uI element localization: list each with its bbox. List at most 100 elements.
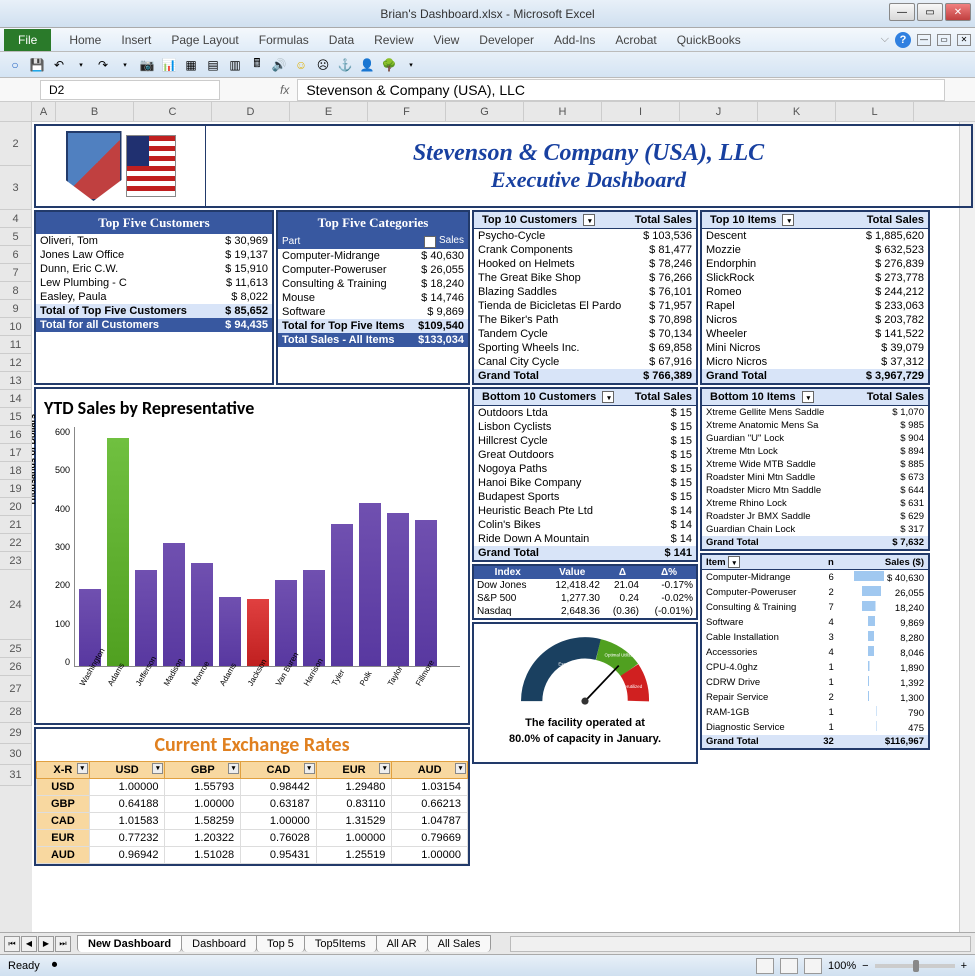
help-icon[interactable]: ? bbox=[895, 32, 911, 48]
column-header[interactable]: F bbox=[368, 102, 446, 121]
close-button[interactable]: ✕ bbox=[945, 3, 971, 21]
exchange-header[interactable]: EUR▾ bbox=[316, 762, 392, 779]
macro-record-icon[interactable]: ⏺ bbox=[52, 959, 58, 972]
chart-bar[interactable] bbox=[163, 543, 185, 666]
row-header[interactable]: 21 bbox=[0, 516, 32, 534]
exchange-header[interactable]: GBP▾ bbox=[165, 762, 241, 779]
ribbon-tab-formulas[interactable]: Formulas bbox=[249, 29, 319, 51]
sheet-tab[interactable]: All AR bbox=[376, 935, 428, 952]
redo-dropdown-icon[interactable]: ▾ bbox=[116, 56, 134, 74]
row-header[interactable]: 17 bbox=[0, 444, 32, 462]
ribbon-tab-view[interactable]: View bbox=[424, 29, 470, 51]
filter-icon[interactable]: ▾ bbox=[782, 214, 794, 226]
column-header[interactable]: B bbox=[56, 102, 134, 121]
row-header[interactable]: 19 bbox=[0, 480, 32, 498]
filter-icon[interactable]: ▾ bbox=[802, 391, 814, 403]
row-header[interactable]: 22 bbox=[0, 534, 32, 552]
row-header[interactable]: 23 bbox=[0, 552, 32, 570]
row-header[interactable]: 4 bbox=[0, 210, 32, 228]
row-header[interactable]: 7 bbox=[0, 264, 32, 282]
row-header[interactable]: 28 bbox=[0, 702, 32, 723]
prev-sheet-button[interactable]: ◀ bbox=[21, 936, 37, 952]
row-header[interactable]: 30 bbox=[0, 744, 32, 765]
sad-icon[interactable]: ☹ bbox=[314, 56, 332, 74]
ribbon-tab-data[interactable]: Data bbox=[319, 29, 364, 51]
ribbon-tab-review[interactable]: Review bbox=[364, 29, 423, 51]
dropdown-icon[interactable]: ▾ bbox=[455, 763, 466, 774]
row-header[interactable]: 11 bbox=[0, 336, 32, 354]
chart-bar[interactable] bbox=[107, 438, 129, 666]
zoom-slider[interactable] bbox=[875, 964, 955, 968]
row-header[interactable]: 8 bbox=[0, 282, 32, 300]
chart-bar[interactable] bbox=[303, 570, 325, 666]
column-header[interactable]: D bbox=[212, 102, 290, 121]
chart-bar[interactable] bbox=[331, 524, 353, 666]
zoom-out-button[interactable]: − bbox=[862, 960, 868, 972]
exchange-header[interactable]: USD▾ bbox=[89, 762, 165, 779]
last-sheet-button[interactable]: ⏭ bbox=[55, 936, 71, 952]
dropdown-icon[interactable]: ▾ bbox=[379, 763, 390, 774]
chart-bar[interactable] bbox=[219, 597, 241, 666]
normal-view-button[interactable] bbox=[756, 958, 774, 974]
row-header[interactable]: 18 bbox=[0, 462, 32, 480]
chart-bar[interactable] bbox=[135, 570, 157, 666]
chart-icon[interactable]: 📊 bbox=[160, 56, 178, 74]
ribbon-expand-icon[interactable]: ⌵ bbox=[881, 33, 889, 46]
row-header[interactable]: 15 bbox=[0, 408, 32, 426]
chart-bar[interactable] bbox=[359, 503, 381, 666]
pivot-icon[interactable]: ▥ bbox=[226, 56, 244, 74]
exchange-header[interactable]: AUD▾ bbox=[392, 762, 468, 779]
chart-bar[interactable] bbox=[191, 563, 213, 667]
row-header[interactable]: 12 bbox=[0, 354, 32, 372]
speak-icon[interactable]: 🔊 bbox=[270, 56, 288, 74]
exchange-header[interactable]: CAD▾ bbox=[241, 762, 317, 779]
column-header[interactable]: J bbox=[680, 102, 758, 121]
column-header[interactable]: L bbox=[836, 102, 914, 121]
undo-icon[interactable]: ↶ bbox=[50, 56, 68, 74]
row-header[interactable]: 27 bbox=[0, 676, 32, 702]
doc-close-button[interactable]: ✕ bbox=[957, 34, 971, 46]
row-header[interactable]: 5 bbox=[0, 228, 32, 246]
page-layout-view-button[interactable] bbox=[780, 958, 798, 974]
chart-bar[interactable] bbox=[415, 520, 437, 666]
row-header[interactable]: 26 bbox=[0, 658, 32, 676]
doc-restore-button[interactable]: ▭ bbox=[937, 34, 951, 46]
calc-icon[interactable]: 🖩 bbox=[248, 56, 266, 74]
column-header[interactable]: K bbox=[758, 102, 836, 121]
form-icon[interactable]: ▤ bbox=[204, 56, 222, 74]
row-header[interactable]: 10 bbox=[0, 318, 32, 336]
file-tab[interactable]: File bbox=[4, 29, 51, 51]
column-header[interactable]: H bbox=[524, 102, 602, 121]
qat-customize-icon[interactable]: ▾ bbox=[402, 56, 420, 74]
name-box[interactable]: D2 bbox=[40, 80, 220, 100]
row-header[interactable]: 25 bbox=[0, 640, 32, 658]
chart-bar[interactable] bbox=[387, 513, 409, 666]
dropdown-icon[interactable]: ▾ bbox=[152, 763, 163, 774]
ribbon-tab-home[interactable]: Home bbox=[59, 29, 111, 51]
column-header[interactable]: E bbox=[290, 102, 368, 121]
smiley-icon[interactable]: ☺ bbox=[292, 56, 310, 74]
sheet-tab[interactable]: Top5Items bbox=[304, 935, 377, 952]
anchor-icon[interactable]: ⚓ bbox=[336, 56, 354, 74]
ytd-sales-chart[interactable]: YTD Sales by Representative Thousands of… bbox=[34, 387, 470, 725]
minimize-button[interactable]: — bbox=[889, 3, 915, 21]
fx-icon[interactable]: fx bbox=[280, 83, 289, 97]
row-header[interactable]: 6 bbox=[0, 246, 32, 264]
doc-minimize-button[interactable]: — bbox=[917, 34, 931, 46]
column-header[interactable]: I bbox=[602, 102, 680, 121]
filter-icon[interactable]: ▾ bbox=[424, 236, 436, 248]
row-header[interactable]: 31 bbox=[0, 765, 32, 786]
ribbon-tab-developer[interactable]: Developer bbox=[469, 29, 544, 51]
filter-icon[interactable]: ▾ bbox=[602, 391, 614, 403]
new-icon[interactable]: ○ bbox=[6, 56, 24, 74]
ribbon-tab-pagelayout[interactable]: Page Layout bbox=[161, 29, 248, 51]
column-header[interactable]: A bbox=[32, 102, 56, 121]
ribbon-tab-insert[interactable]: Insert bbox=[111, 29, 161, 51]
dropdown-icon[interactable]: ▾ bbox=[77, 763, 88, 774]
sheet-tab[interactable]: Top 5 bbox=[256, 935, 305, 952]
undo-dropdown-icon[interactable]: ▾ bbox=[72, 56, 90, 74]
row-header[interactable]: 16 bbox=[0, 426, 32, 444]
zoom-in-button[interactable]: + bbox=[961, 960, 967, 972]
column-header[interactable]: G bbox=[446, 102, 524, 121]
row-header[interactable]: 20 bbox=[0, 498, 32, 516]
